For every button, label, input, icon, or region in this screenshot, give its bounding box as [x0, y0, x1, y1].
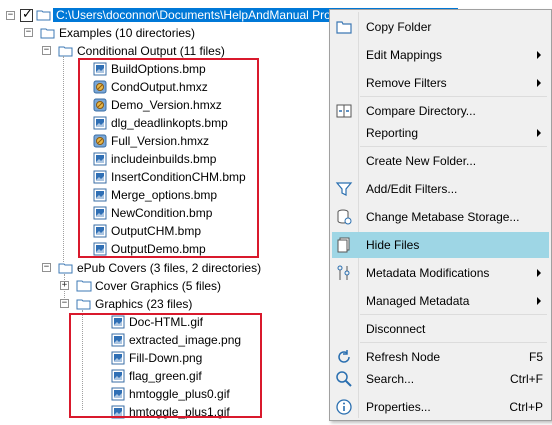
- menu-item-label: Add/Edit Filters...: [366, 182, 458, 196]
- highlight-box-conditional-files: [78, 58, 259, 258]
- collapse-conditional-output-toggle[interactable]: −: [42, 46, 51, 55]
- menu-item-change-metabase-storage[interactable]: Change Metabase Storage...: [332, 204, 549, 230]
- menu-item-hide-files[interactable]: Hide Files: [332, 232, 549, 258]
- metadata-icon: [335, 264, 353, 282]
- menu-separator: [360, 314, 547, 315]
- tree-node-epub-covers[interactable]: ePub Covers (3 files, 2 directories): [77, 259, 261, 277]
- menu-item-reporting[interactable]: Reporting: [332, 120, 549, 146]
- search-icon: [335, 370, 353, 388]
- tree-node-graphics[interactable]: Graphics (23 files): [95, 295, 192, 313]
- menu-item-label: Search...: [366, 372, 415, 386]
- menu-separator: [360, 96, 547, 97]
- folder-open-icon: [58, 46, 73, 57]
- menu-item-metadata-modifications[interactable]: Metadata Modifications: [332, 260, 549, 286]
- menu-item-label: Disconnect: [366, 322, 426, 336]
- menu-item-label: Copy Folder: [366, 20, 432, 34]
- folder-icon: [76, 280, 92, 292]
- menu-item-shortcut: Ctrl+F: [510, 372, 543, 386]
- checkmark-icon: ✓: [22, 7, 33, 22]
- menu-item-label: Managed Metadata: [366, 294, 470, 308]
- database-icon: [335, 208, 353, 226]
- expand-cover-graphics-toggle[interactable]: +: [60, 281, 69, 290]
- folder-open-icon: [76, 299, 91, 310]
- submenu-arrow-icon: [537, 51, 541, 59]
- highlight-box-graphics-files: [69, 313, 262, 418]
- tree-node-examples[interactable]: Examples (10 directories): [59, 24, 195, 42]
- menu-item-search[interactable]: Search... Ctrl+F: [332, 366, 549, 392]
- folder-open-icon: [40, 28, 55, 39]
- root-checkbox[interactable]: ✓: [20, 7, 33, 22]
- refresh-icon: [335, 348, 353, 366]
- collapse-epub-covers-toggle[interactable]: −: [42, 263, 51, 272]
- menu-item-label: Edit Mappings: [366, 48, 443, 62]
- menu-item-label: Create New Folder...: [366, 154, 477, 168]
- menu-item-add-edit-filters[interactable]: Add/Edit Filters...: [332, 176, 549, 202]
- menu-item-label: Properties...: [366, 400, 431, 414]
- funnel-icon: [335, 180, 353, 198]
- menu-separator: [360, 146, 547, 147]
- folder-open-icon: [58, 263, 73, 274]
- tree-node-cover-graphics[interactable]: Cover Graphics (5 files): [95, 277, 221, 295]
- menu-item-edit-mappings[interactable]: Edit Mappings: [332, 42, 549, 68]
- menu-item-label: Hide Files: [366, 238, 420, 252]
- collapse-graphics-toggle[interactable]: −: [60, 299, 69, 308]
- info-icon: [335, 398, 353, 416]
- collapse-examples-toggle[interactable]: −: [24, 28, 33, 37]
- menu-item-create-new-folder[interactable]: Create New Folder...: [332, 148, 549, 174]
- menu-item-managed-metadata[interactable]: Managed Metadata: [332, 288, 549, 314]
- menu-item-label: Reporting: [366, 126, 419, 140]
- submenu-arrow-icon: [537, 129, 541, 137]
- compare-icon: [335, 102, 353, 120]
- menu-item-properties[interactable]: Properties... Ctrl+P: [332, 394, 549, 420]
- menu-item-copy-folder[interactable]: Copy Folder: [332, 14, 549, 40]
- collapse-root-toggle[interactable]: −: [6, 11, 15, 20]
- submenu-arrow-icon: [537, 269, 541, 277]
- context-menu: Copy Folder Edit Mappings Remove Filters Co…: [329, 9, 552, 421]
- submenu-arrow-icon: [537, 297, 541, 305]
- folder-icon: [335, 18, 353, 36]
- submenu-arrow-icon: [537, 79, 541, 87]
- folder-open-icon: [36, 10, 51, 21]
- menu-item-label: Change Metabase Storage...: [366, 210, 520, 224]
- tree-guide-line: [63, 56, 64, 262]
- menu-item-disconnect[interactable]: Disconnect: [332, 316, 549, 342]
- menu-item-shortcut: Ctrl+P: [509, 400, 543, 414]
- menu-item-remove-filters[interactable]: Remove Filters: [332, 70, 549, 96]
- menu-item-label: Metadata Modifications: [366, 266, 490, 280]
- menu-separator: [360, 342, 547, 343]
- menu-item-label: Remove Filters: [366, 76, 447, 90]
- hide-files-icon: [335, 236, 353, 254]
